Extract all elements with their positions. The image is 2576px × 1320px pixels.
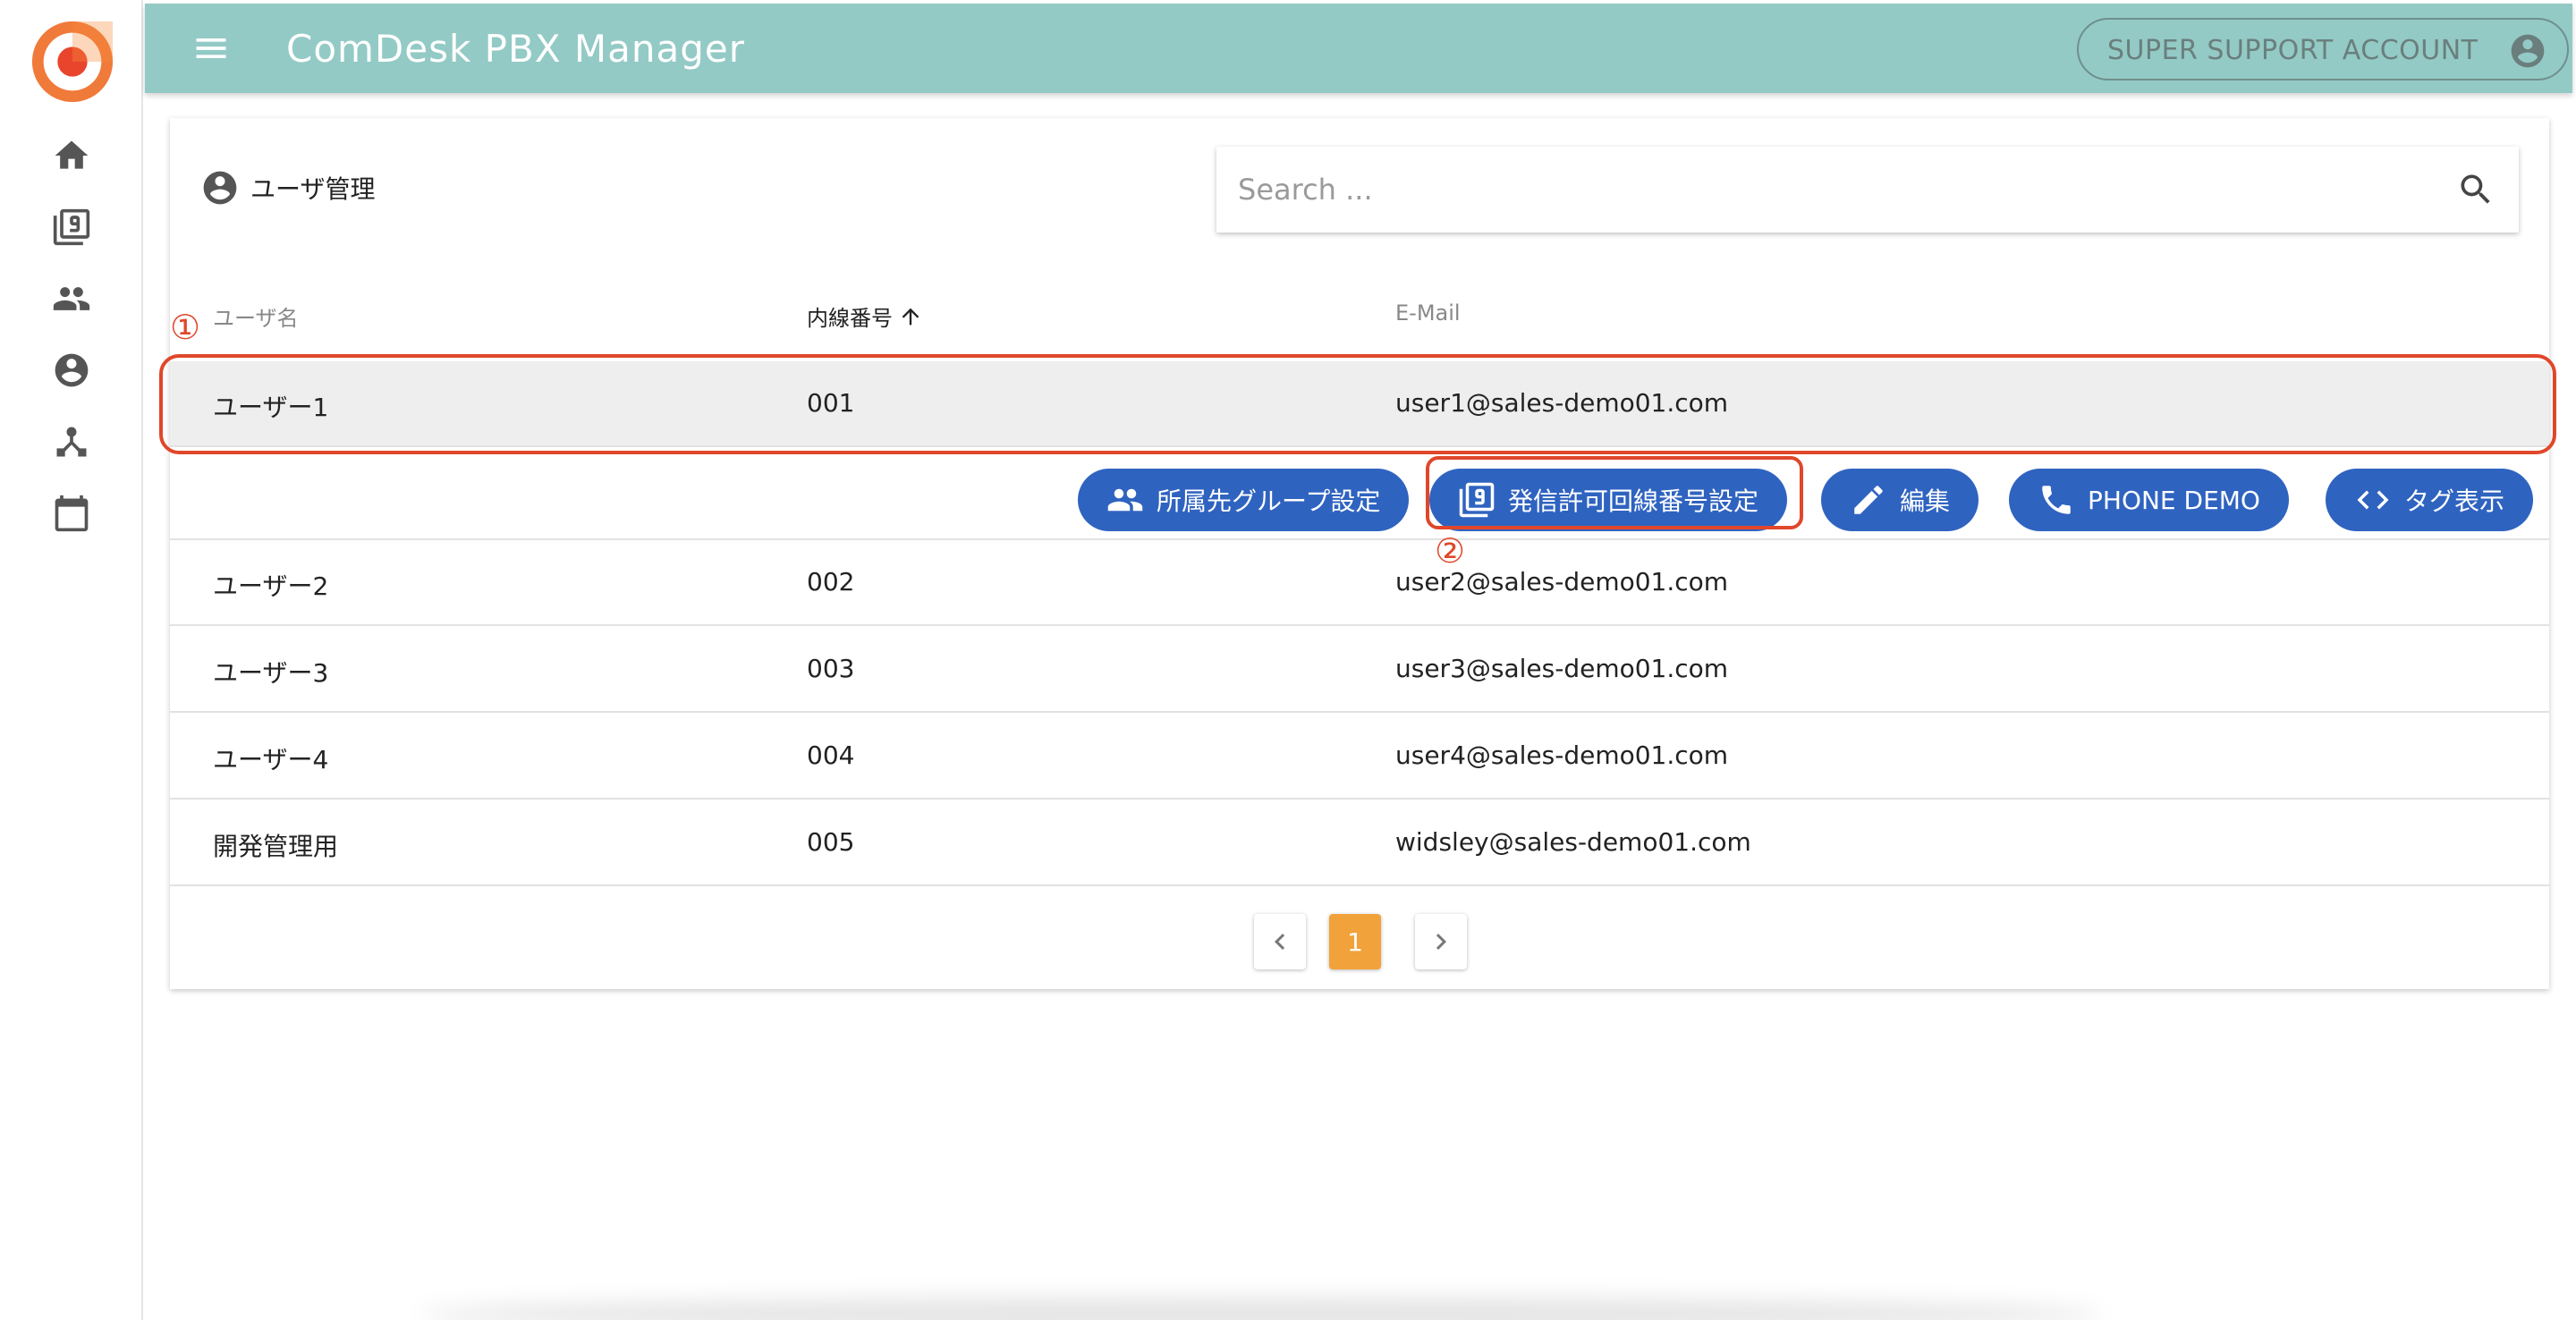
phone-demo-label: PHONE DEMO	[2088, 485, 2260, 515]
account-label: SUPER SUPPORT ACCOUNT	[2107, 35, 2479, 66]
next-page-button[interactable]	[1415, 914, 1467, 969]
people-icon	[1107, 488, 1143, 512]
people-icon[interactable]	[50, 277, 93, 320]
account-button[interactable]: SUPER SUPPORT ACCOUNT	[2077, 18, 2569, 80]
table-row[interactable]: ユーザー3 003 user3@sales-demo01.com	[170, 627, 2549, 713]
page-title: ユーザ管理	[200, 168, 375, 207]
table-row[interactable]: 開発管理用 005 widsley@sales-demo01.com	[170, 800, 2549, 886]
pencil-icon	[1854, 486, 1883, 514]
cell-username: ユーザー1	[213, 393, 329, 422]
account-circle-icon	[2508, 31, 2547, 71]
search-input[interactable]	[1238, 168, 2401, 211]
cell-extension: 005	[807, 827, 855, 857]
cell-username: ユーザー2	[213, 571, 329, 601]
filter-9-icon[interactable]	[50, 206, 93, 249]
prev-page-button[interactable]	[1254, 914, 1306, 969]
cell-username: ユーザー3	[213, 658, 329, 688]
home-icon[interactable]	[50, 134, 93, 177]
account-circle-icon	[203, 171, 237, 205]
code-icon	[2357, 490, 2389, 510]
menu-icon[interactable]	[190, 27, 233, 70]
cell-extension: 004	[807, 740, 855, 770]
cell-email: widsley@sales-demo01.com	[1395, 827, 1751, 857]
app-title: ComDesk PBX Manager	[286, 27, 746, 71]
account-circle-icon[interactable]	[50, 349, 93, 392]
table-row[interactable]: ユーザー2 002 user2@sales-demo01.com	[170, 540, 2549, 626]
chevron-right-icon	[1436, 934, 1446, 950]
page-number-button[interactable]: 1	[1329, 914, 1381, 969]
group-setting-label: 所属先グループ設定	[1157, 487, 1381, 516]
top-app-bar: ComDesk PBX Manager SUPER SUPPORT ACCOUN…	[145, 4, 2572, 93]
tag-display-button[interactable]: タグ表示	[2326, 469, 2534, 531]
column-header-email[interactable]: E-Mail	[1395, 300, 1461, 326]
row-actions: 所属先グループ設定 発信許可回線番号設定 編集 PHONE DEMO タグ表示	[170, 454, 2549, 540]
annotation-number-2: ②	[1435, 531, 1466, 571]
cell-extension: 003	[807, 654, 855, 683]
outgoing-line-setting-button[interactable]: 発信許可回線番号設定	[1429, 469, 1788, 531]
search-box	[1216, 147, 2519, 233]
column-header-extension[interactable]: 内線番号	[807, 300, 923, 332]
cell-email: user3@sales-demo01.com	[1395, 654, 1729, 683]
hub-icon[interactable]	[50, 420, 93, 463]
chevron-left-icon	[1275, 934, 1285, 950]
page-title-label: ユーザ管理	[250, 174, 376, 204]
column-header-username[interactable]: ユーザ名	[213, 300, 299, 332]
window-shadow	[420, 1297, 2102, 1320]
cell-email: user2@sales-demo01.com	[1395, 567, 1729, 597]
column-header-extension-label: 内線番号	[807, 306, 893, 331]
tag-display-label: タグ表示	[2404, 487, 2505, 516]
arrow-up-icon	[902, 308, 919, 325]
phone-demo-button[interactable]: PHONE DEMO	[2009, 469, 2289, 531]
app-logo[interactable]	[29, 18, 116, 106]
edit-label: 編集	[1900, 487, 1951, 516]
cell-extension: 002	[807, 567, 855, 597]
cell-username: ユーザー4	[213, 745, 329, 774]
outgoing-line-setting-label: 発信許可回線番号設定	[1508, 487, 1759, 516]
edit-button[interactable]: 編集	[1821, 469, 1979, 531]
cell-email: user1@sales-demo01.com	[1395, 388, 1729, 418]
phone-icon	[2042, 486, 2071, 514]
calendar-icon[interactable]	[50, 492, 93, 535]
group-setting-button[interactable]: 所属先グループ設定	[1078, 469, 1410, 531]
table-row[interactable]: ユーザー4 004 user4@sales-demo01.com	[170, 714, 2549, 800]
sidebar	[0, 0, 143, 1320]
filter-9-icon	[1459, 482, 1495, 518]
table-row[interactable]: ユーザー1 001 user1@sales-demo01.com	[170, 361, 2549, 447]
cell-extension: 001	[807, 388, 855, 418]
cell-username: 開発管理用	[213, 832, 339, 861]
user-management-card: ユーザ管理 ユーザ名 内線番号 E-Mail ユーザー1 001 user1@s…	[170, 118, 2549, 989]
pagination: 1	[170, 905, 2549, 977]
annotation-number-1: ①	[170, 308, 201, 347]
search-icon[interactable]	[2456, 170, 2496, 209]
cell-email: user4@sales-demo01.com	[1395, 740, 1729, 770]
